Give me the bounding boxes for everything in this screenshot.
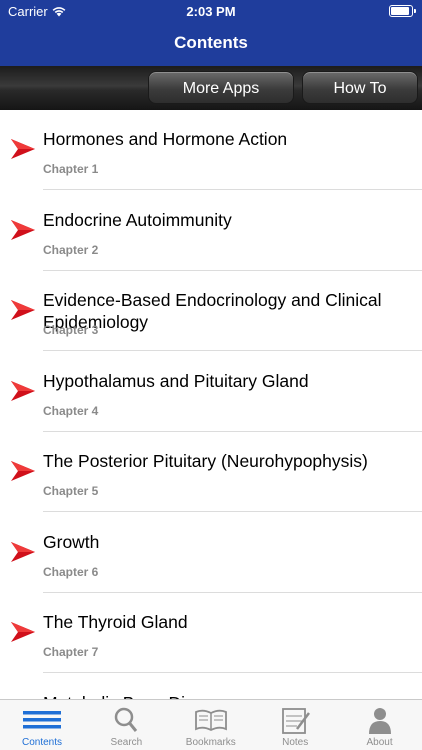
chapter-title: Evidence-Based Endocrinology and Clinica… [43, 290, 382, 332]
status-time: 2:03 PM [186, 4, 236, 19]
red-arrow-icon [11, 300, 35, 320]
chapter-number: Chapter 6 [43, 564, 99, 579]
chapter-title: Metabolic Bone Disease [43, 692, 414, 700]
chapter-title: Hormones and Hormone Action [43, 129, 288, 149]
chapter-number: Chapter 3 [43, 323, 99, 337]
red-arrow-icon [11, 461, 35, 481]
tab-contents[interactable]: Contents [0, 700, 84, 750]
red-arrow-icon [11, 380, 35, 401]
chapter-list[interactable]: Hormones and Hormone Action Chapter 1 Endo… [0, 110, 422, 699]
tab-bar: Contents Search Bookmarks Notes About [0, 699, 422, 750]
tab-label: About [366, 737, 393, 748]
chapter-number: Chapter 5 [43, 484, 99, 498]
chapter-number: Chapter 7 [43, 645, 99, 659]
chapter-row[interactable]: The Thyroid Gland Chapter 7 [0, 593, 422, 673]
red-arrow-icon [11, 541, 35, 562]
more-apps-button[interactable]: More Apps [148, 71, 294, 104]
red-arrow-icon [11, 622, 35, 642]
chapter-row[interactable]: The Posterior Pituitary (Neurohypophysis… [0, 432, 422, 512]
tab-notes[interactable]: Notes [253, 700, 337, 750]
chapter-row[interactable]: Hormones and Hormone Action Chapter 1 [0, 110, 422, 190]
tab-bookmarks[interactable]: Bookmarks [169, 700, 253, 750]
battery-level [391, 7, 409, 15]
chapter-row[interactable]: Endocrine Autoimmunity Chapter 2 [0, 191, 422, 271]
person-icon [360, 705, 400, 735]
chapter-title: Hypothalamus and Pituitary Gland [43, 370, 309, 391]
chapter-number: Chapter 4 [43, 403, 99, 418]
notes-icon [275, 705, 315, 735]
chapter-title: The Thyroid Gland [43, 612, 188, 632]
tab-label: Notes [282, 737, 309, 748]
chapter-row[interactable]: Evidence-Based Endocrinology and Clinica… [0, 271, 422, 351]
tab-label: Contents [21, 737, 63, 748]
toolbar: More Apps How To [0, 66, 422, 110]
tab-about[interactable]: About [338, 700, 422, 750]
chapter-row[interactable]: Metabolic Bone Disease [0, 674, 422, 700]
tab-search[interactable]: Search [84, 700, 168, 750]
red-arrow-icon [11, 219, 35, 240]
how-to-button[interactable]: How To [302, 71, 418, 104]
page-title: Contents [174, 33, 248, 52]
navigation-bar: Carrier 2:03 PM Contents [0, 0, 422, 66]
chapter-number: Chapter 1 [43, 162, 99, 176]
app-screen: Carrier 2:03 PM Contents More Apps How T… [0, 0, 422, 750]
chapter-title: Endocrine Autoimmunity [43, 209, 232, 230]
chapter-number: Chapter 2 [43, 242, 99, 257]
tab-label: Bookmarks [185, 737, 236, 748]
red-arrow-icon [11, 139, 35, 159]
list-icon [22, 705, 62, 735]
chapter-row[interactable]: Growth Chapter 6 [0, 513, 422, 593]
search-icon [106, 705, 146, 735]
status-bar: Carrier 2:03 PM [0, 0, 422, 24]
battery-icon [389, 5, 416, 17]
book-icon [191, 705, 231, 735]
chapter-title: Growth [43, 531, 100, 552]
chapter-title: The Posterior Pituitary (Neurohypophysis… [43, 451, 368, 471]
tab-label: Search [110, 737, 143, 748]
chapter-row[interactable]: Hypothalamus and Pituitary Gland Chapter … [0, 352, 422, 432]
